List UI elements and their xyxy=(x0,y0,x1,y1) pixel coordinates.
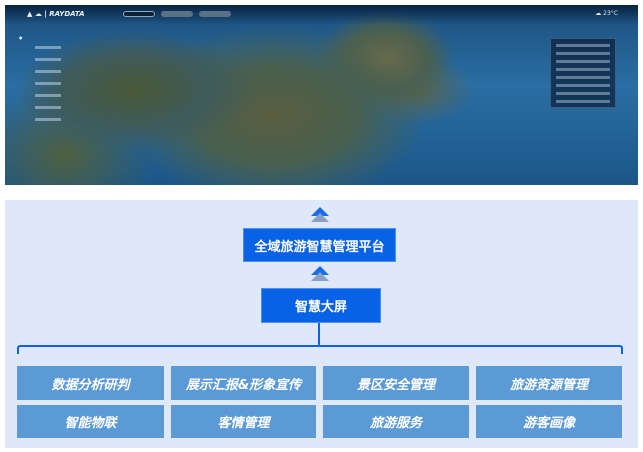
panel-row[interactable] xyxy=(556,100,610,103)
panel-row[interactable] xyxy=(556,60,610,63)
menu-item[interactable] xyxy=(35,82,61,85)
module-box: 数据分析研判 xyxy=(17,366,164,400)
module-box: 智能物联 xyxy=(17,405,164,438)
nav-tab-2[interactable] xyxy=(161,11,193,17)
panel-row[interactable] xyxy=(556,84,610,87)
screen-box: 智慧大屏 xyxy=(261,288,381,323)
left-menu: ● xyxy=(19,35,89,130)
panel-row[interactable] xyxy=(556,68,610,71)
menu-title: ● xyxy=(19,35,23,40)
nav-tab-3[interactable] xyxy=(199,11,231,17)
architecture-diagram: 全域旅游智慧管理平台 智慧大屏 数据分析研判 展示汇报&形象宣传 景区安全管理 旅游资… xyxy=(5,200,638,448)
temperature: 23°C xyxy=(603,10,618,17)
menu-item[interactable] xyxy=(35,46,61,49)
module-box: 客情管理 xyxy=(171,405,316,438)
layer-panel xyxy=(550,38,616,108)
nav-tabs xyxy=(123,11,231,17)
module-box: 旅游资源管理 xyxy=(476,366,622,400)
nav-tab-1[interactable] xyxy=(123,11,155,17)
top-bar xyxy=(5,5,638,25)
menu-item[interactable] xyxy=(35,106,61,109)
bracket-line xyxy=(17,345,623,354)
brand-text: RAYDATA xyxy=(49,10,85,18)
module-box: 旅游服务 xyxy=(323,405,469,438)
panel-row[interactable] xyxy=(556,52,610,55)
menu-item[interactable] xyxy=(35,70,61,73)
menu-item[interactable] xyxy=(35,94,61,97)
module-box: 游客画像 xyxy=(476,405,622,438)
dashboard-screenshot: ▲ ☁ | RAYDATA ☁ 23°C ● xyxy=(5,5,638,185)
connector-line xyxy=(318,323,320,346)
cloud-icon: ☁ xyxy=(595,10,602,17)
panel-row[interactable] xyxy=(556,76,610,79)
platform-box: 全域旅游智慧管理平台 xyxy=(243,228,396,262)
module-box: 景区安全管理 xyxy=(323,366,469,400)
panel-row[interactable] xyxy=(556,92,610,95)
menu-item[interactable] xyxy=(35,58,61,61)
weather: ☁ 23°C xyxy=(595,10,618,17)
brand-logo: ▲ ☁ | RAYDATA xyxy=(27,10,85,18)
arrow-up-icon xyxy=(311,207,329,222)
menu-item[interactable] xyxy=(35,118,61,121)
module-box: 展示汇报&形象宣传 xyxy=(171,366,316,400)
arrow-up-icon xyxy=(311,266,329,281)
panel-row[interactable] xyxy=(556,44,610,47)
